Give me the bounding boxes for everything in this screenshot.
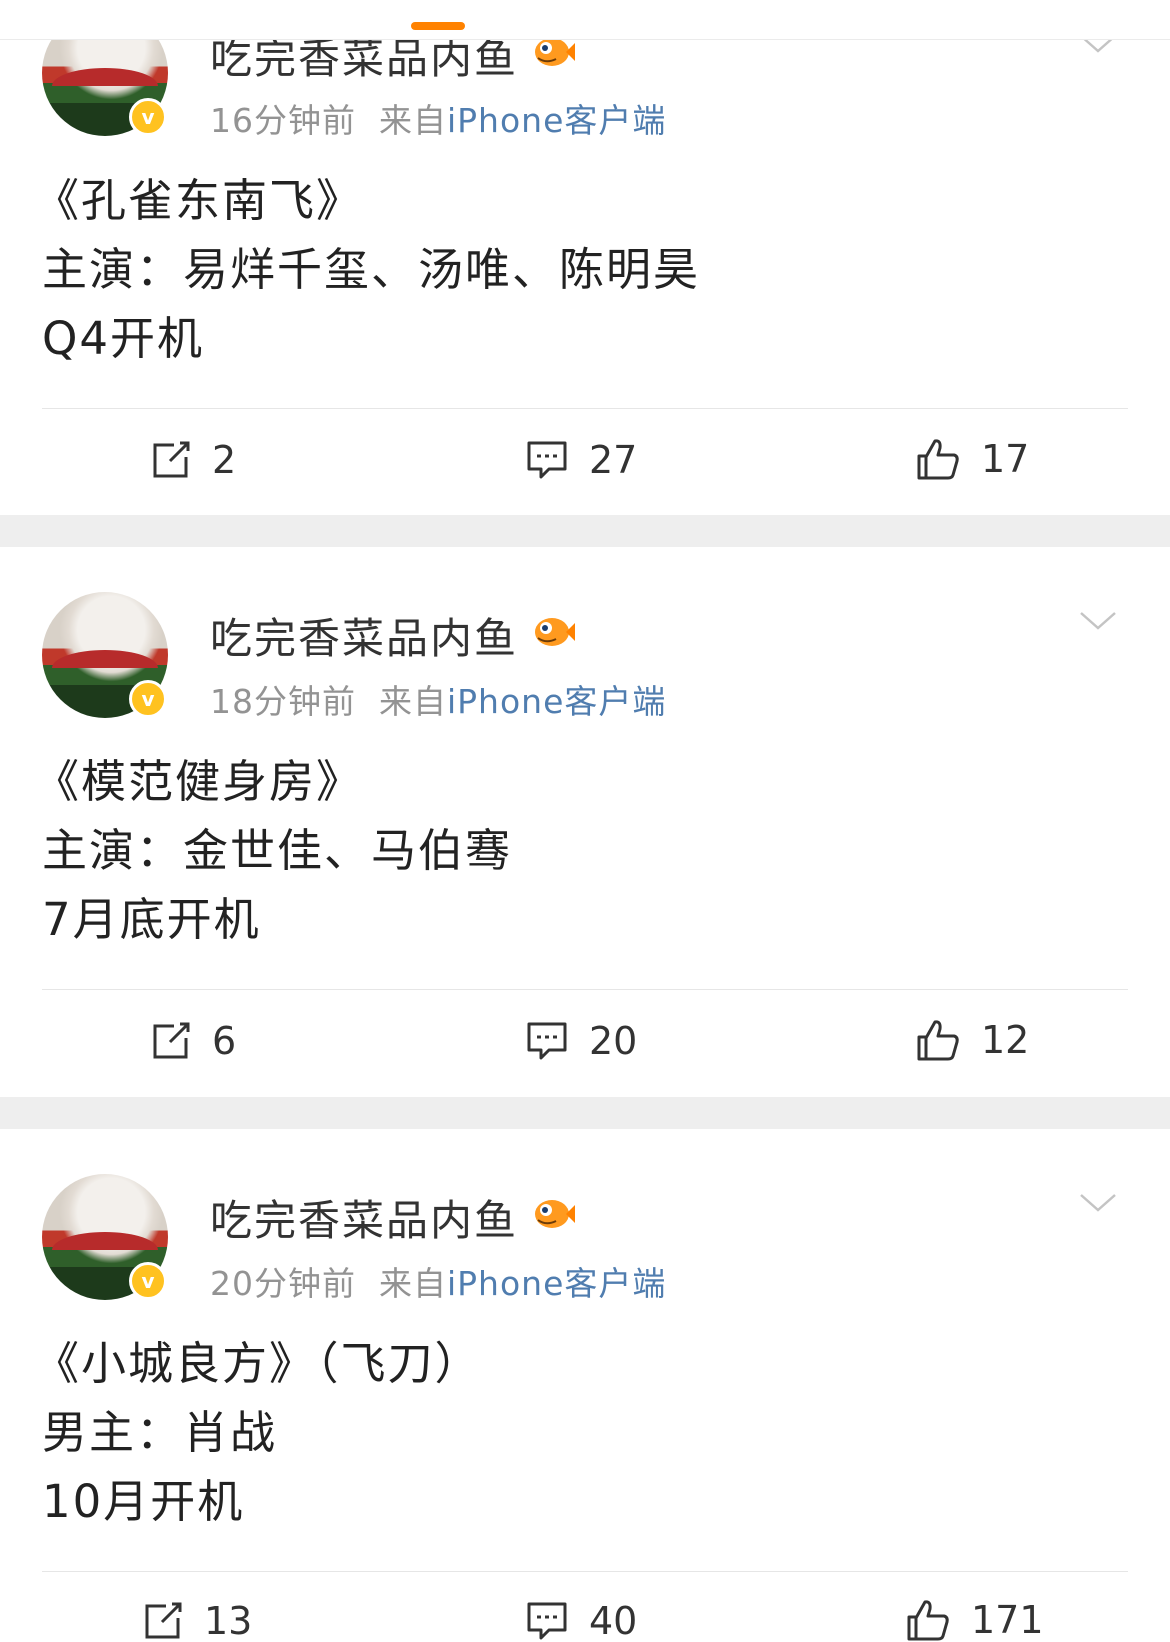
comment-icon: [527, 1602, 567, 1640]
comment-button[interactable]: 40: [525, 1599, 637, 1642]
post-text-line: Q4开机: [42, 312, 205, 365]
source-prefix: 来自: [378, 1264, 447, 1303]
thumbs-up-icon: [917, 1020, 959, 1061]
repost-count: 13: [204, 1599, 253, 1642]
top-bar: [0, 0, 1170, 40]
like-button[interactable]: 12: [915, 1017, 1029, 1063]
repost-button[interactable]: 13: [142, 1599, 252, 1642]
fish-icon: [535, 1200, 575, 1228]
post-separator: [0, 515, 1170, 547]
post-text-line: 主演：金世佳、马伯骞: [42, 824, 513, 877]
thumbs-up-icon: [907, 1600, 949, 1641]
post-text: 《小城良方》（飞刀） 男主：肖战 10月开机: [34, 1329, 1134, 1536]
comment-button[interactable]: 27: [525, 438, 637, 482]
post-text-line: 10月开机: [42, 1475, 245, 1528]
repost-count: 2: [212, 438, 237, 482]
post-text-line: 男主：肖战: [42, 1406, 278, 1459]
comment-count: 27: [589, 438, 638, 482]
repost-icon: [145, 1602, 182, 1639]
like-button[interactable]: 171: [905, 1597, 1044, 1642]
like-count: 171: [971, 1598, 1044, 1642]
like-count: 17: [981, 437, 1030, 481]
repost-count: 6: [212, 1019, 237, 1063]
post-card[interactable]: v 吃完香菜品内鱼 20分钟前 来自iPhone客户端 《小城良方》（飞刀） 男…: [0, 1129, 1170, 1642]
username[interactable]: 吃完香菜品内鱼: [210, 605, 518, 666]
v-badge-icon: v: [129, 1262, 167, 1300]
chevron-down-icon[interactable]: [1078, 609, 1118, 633]
fish-icon: [535, 618, 575, 646]
post-separator: [0, 1097, 1170, 1129]
source-client-link[interactable]: iPhone客户端: [447, 1264, 666, 1303]
comment-button[interactable]: 20: [525, 1019, 637, 1063]
post-time: 20分钟前: [210, 1264, 356, 1303]
divider: [42, 1571, 1128, 1572]
post-text-line: 《小城良方》（飞刀）: [34, 1337, 482, 1390]
comment-icon: [527, 1022, 567, 1060]
comment-count: 20: [589, 1019, 638, 1063]
post-text: 《模范健身房》 主演：金世佳、马伯骞 7月底开机: [34, 747, 1134, 954]
post-card[interactable]: v 吃完香菜品内鱼 16分钟前 来自iPhone客户端 《孔雀东南飞》 主演：易…: [0, 0, 1170, 515]
post-meta: 20分钟前 来自iPhone客户端: [210, 1257, 666, 1305]
post-text-line: 《孔雀东南飞》: [34, 174, 364, 227]
divider: [42, 989, 1128, 990]
source-client-link[interactable]: iPhone客户端: [447, 101, 666, 140]
post-time: 16分钟前: [210, 101, 356, 140]
repost-icon: [153, 1022, 190, 1059]
source-client-link[interactable]: iPhone客户端: [447, 682, 666, 721]
username[interactable]: 吃完香菜品内鱼: [210, 1187, 518, 1248]
post-text-line: 《模范健身房》: [34, 755, 364, 808]
post-text: 《孔雀东南飞》 主演：易烊千玺、汤唯、陈明昊 Q4开机: [34, 166, 1134, 373]
post-time: 18分钟前: [210, 682, 356, 721]
post-card[interactable]: v 吃完香菜品内鱼 18分钟前 来自iPhone客户端 《模范健身房》 主演：金…: [0, 547, 1170, 1097]
like-button[interactable]: 17: [915, 436, 1029, 482]
v-badge-icon: v: [129, 98, 167, 136]
post-text-line: 7月底开机: [42, 893, 261, 946]
repost-button[interactable]: 6: [150, 1019, 236, 1063]
source-prefix: 来自: [378, 101, 447, 140]
divider: [42, 408, 1128, 409]
post-meta: 16分钟前 来自iPhone客户端: [210, 94, 666, 142]
chevron-down-icon[interactable]: [1078, 1191, 1118, 1215]
v-badge-icon: v: [129, 680, 167, 718]
comment-count: 40: [589, 1599, 638, 1642]
post-meta: 18分钟前 来自iPhone客户端: [210, 675, 666, 723]
source-prefix: 来自: [378, 682, 447, 721]
repost-button[interactable]: 2: [150, 438, 236, 482]
tab-indicator: [411, 22, 465, 30]
like-count: 12: [981, 1018, 1030, 1062]
comment-icon: [527, 441, 567, 479]
thumbs-up-icon: [917, 439, 959, 480]
repost-icon: [153, 441, 190, 478]
post-text-line: 主演：易烊千玺、汤唯、陈明昊: [42, 243, 701, 296]
